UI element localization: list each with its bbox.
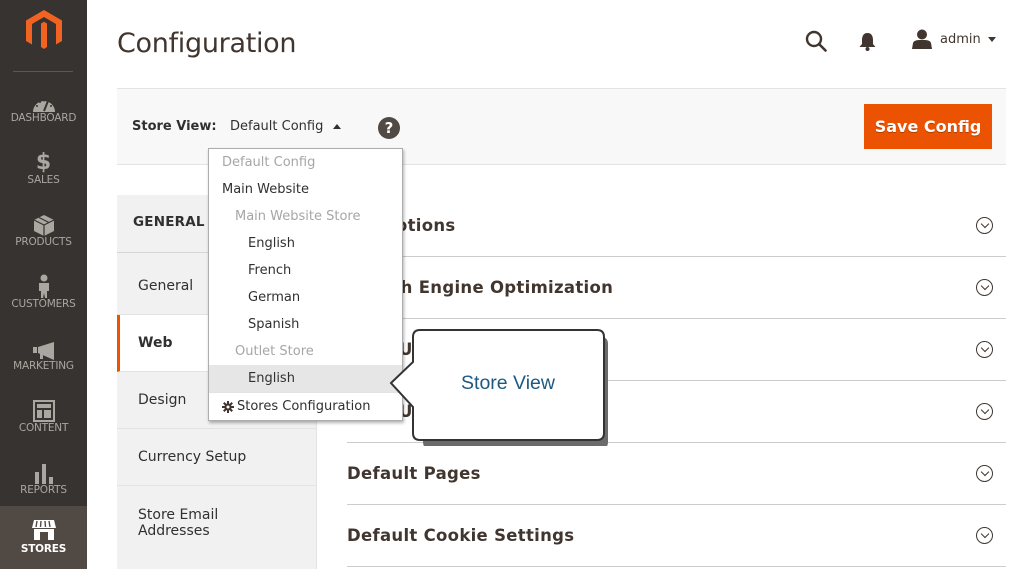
dropdown-option-main-website[interactable]: Main Website — [209, 176, 402, 203]
section-title: Default Cookie Settings — [347, 526, 575, 545]
expand-chevron-icon[interactable] — [976, 403, 993, 420]
logo-divider — [13, 71, 73, 72]
nav-label: PRODUCTS — [15, 236, 72, 248]
person-icon — [38, 274, 49, 298]
nav-dashboard[interactable]: DASHBOARD — [0, 86, 87, 148]
nav-label: DASHBOARD — [10, 112, 77, 124]
nav-label: CONTENT — [18, 422, 69, 434]
nav-label: STORES — [20, 543, 67, 555]
admin-user-menu[interactable]: admin — [912, 29, 996, 49]
nav-label: MARKETING — [13, 360, 74, 372]
nav-content[interactable]: CONTENT — [0, 396, 87, 458]
tab-label: Design — [138, 392, 187, 408]
tab-label: Currency Setup — [138, 449, 247, 465]
tab-label: Web — [138, 335, 173, 351]
gear-icon — [222, 400, 234, 413]
expand-chevron-icon[interactable] — [976, 279, 993, 296]
admin-sidebar: DASHBOARD $ SALES PRODUCTS CUSTOMERS MAR… — [0, 0, 87, 569]
nav-label: REPORTS — [20, 484, 67, 496]
tab-label: General — [138, 278, 194, 294]
stores-configuration-label: Stores Configuration — [237, 399, 371, 414]
dropdown-group-outlet-store: Outlet Store — [235, 344, 314, 359]
stores-configuration-link[interactable]: Stores Configuration — [209, 392, 402, 420]
nav-sales[interactable]: $ SALES — [0, 148, 87, 210]
section-title: Default Pages — [347, 464, 481, 483]
megaphone-icon — [32, 342, 54, 360]
store-view-current: Default Config — [230, 119, 324, 134]
tab-store-email-addresses[interactable]: Store Email Addresses — [117, 486, 237, 559]
dropdown-option-french[interactable]: French — [209, 257, 402, 284]
dashboard-gauge-icon — [32, 99, 55, 112]
section-default-pages[interactable]: Default Pages — [347, 443, 1006, 505]
nav-stores[interactable]: STORES — [0, 506, 87, 569]
tab-currency-setup[interactable]: Currency Setup — [117, 429, 316, 486]
dropdown-option-outlet-english[interactable]: English — [209, 365, 402, 392]
store-view-switcher[interactable]: Default Config — [230, 119, 342, 134]
expand-chevron-icon[interactable] — [976, 341, 993, 358]
section-default-cookie-settings[interactable]: Default Cookie Settings — [347, 505, 1006, 567]
box-icon — [33, 215, 54, 236]
admin-username: admin — [940, 31, 981, 47]
section-url-options[interactable]: Url Options — [347, 195, 1006, 257]
expand-chevron-icon[interactable] — [976, 527, 993, 544]
dropdown-option-german[interactable]: German — [209, 284, 402, 311]
user-icon — [912, 29, 932, 49]
nav-customers[interactable]: CUSTOMERS — [0, 272, 87, 334]
save-config-button[interactable]: Save Config — [864, 104, 992, 149]
layout-icon — [32, 400, 55, 422]
storefront-icon — [31, 520, 56, 540]
nav-products[interactable]: PRODUCTS — [0, 210, 87, 272]
tab-label: Store Email Addresses — [138, 506, 219, 539]
help-icon[interactable]: ? — [378, 117, 400, 139]
bell-icon[interactable] — [859, 32, 876, 51]
nav-marketing[interactable]: MARKETING — [0, 334, 87, 396]
expand-chevron-icon[interactable] — [976, 465, 993, 482]
dropdown-option-english[interactable]: English — [209, 230, 402, 257]
bar-chart-icon — [34, 464, 53, 484]
dropdown-option-spanish[interactable]: Spanish — [209, 311, 402, 338]
dollar-icon: $ — [35, 150, 52, 175]
magento-logo[interactable] — [23, 9, 65, 51]
expand-chevron-icon[interactable] — [976, 217, 993, 234]
nav-label: SALES — [27, 174, 60, 186]
chevron-up-icon — [333, 124, 342, 129]
dropdown-option-default-config: Default Config — [222, 155, 316, 170]
store-view-label: Store View: — [132, 119, 217, 134]
nav-label: CUSTOMERS — [11, 298, 76, 310]
section-search-engine-optimization[interactable]: Search Engine Optimization — [347, 257, 1006, 319]
page-title: Configuration — [117, 28, 297, 59]
search-icon[interactable] — [805, 30, 827, 52]
callout-text: Store View — [461, 372, 555, 394]
chevron-down-icon — [987, 36, 996, 42]
dropdown-group-main-website-store: Main Website Store — [235, 209, 361, 224]
store-view-dropdown: Default Config Main Website Main Website… — [208, 148, 403, 421]
